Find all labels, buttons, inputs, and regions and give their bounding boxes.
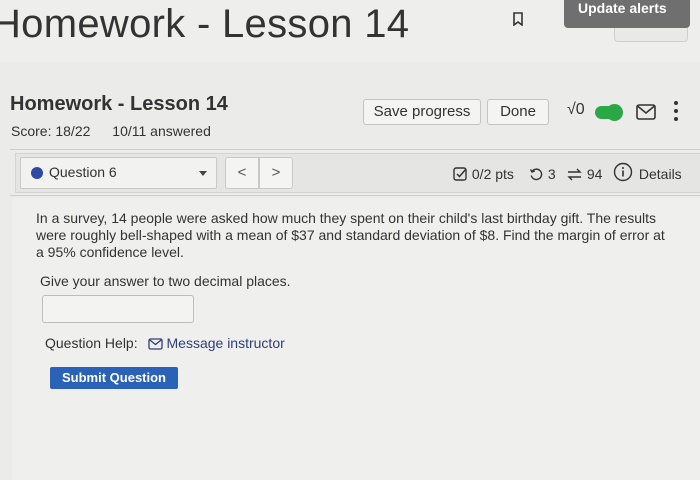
message-instructor-link[interactable]: Message instructor [147,335,285,351]
score-text: Score: 18/22 [11,123,91,139]
update-alerts-button[interactable]: Update alerts [564,0,690,28]
question-help-label: Question Help: [45,335,138,351]
question-select-label: Question 6 [49,164,117,180]
answered-count: 10/11 answered [112,123,211,139]
previous-question-button[interactable]: < [225,157,259,189]
toggle-knob [606,104,623,121]
save-progress-button[interactable]: Save progress [363,99,481,125]
question-text: In a survey, 14 people were asked how mu… [36,210,665,260]
details-link[interactable]: Details [613,162,682,183]
math-input-toggle[interactable] [595,104,623,121]
checkbox-icon [453,167,467,181]
attempts-indicator: 94 [566,165,602,183]
header-divider [10,149,700,150]
details-label: Details [638,166,682,182]
score-line: Score: 18/22 10/11 answered [11,123,229,139]
math-input-toggle-label: √0 [567,101,585,118]
points-text: 0/2 pts [471,166,514,182]
chevron-down-icon [199,171,207,176]
done-button[interactable]: Done [487,99,549,125]
status-dot-icon [31,167,43,179]
more-options-icon[interactable] [672,101,680,123]
submit-question-button[interactable]: Submit Question [50,367,178,389]
retries-count: 3 [547,166,556,182]
mail-icon [147,338,163,350]
answer-input[interactable] [42,295,194,323]
update-alerts-tab [614,28,688,42]
question-select[interactable]: Question 6 [20,157,217,189]
answer-instruction: Give your answer to two decimal places. [40,273,291,289]
info-icon [613,162,633,182]
retry-icon [529,168,543,181]
next-question-button[interactable]: > [259,157,293,189]
mail-icon[interactable] [636,104,656,120]
bookmark-icon[interactable] [513,12,523,26]
page-title: Homework - Lesson 14 [0,2,410,46]
message-instructor-label: Message instructor [166,335,285,351]
attempts-icon [567,168,582,181]
retries-indicator: 3 [529,165,556,183]
assignment-title: Homework - Lesson 14 [10,93,228,115]
toolbar-divider [10,195,700,196]
attempts-count: 94 [586,166,603,182]
question-help-row: Question Help: Message instructor [45,335,285,351]
points-indicator: 0/2 pts [453,165,514,183]
